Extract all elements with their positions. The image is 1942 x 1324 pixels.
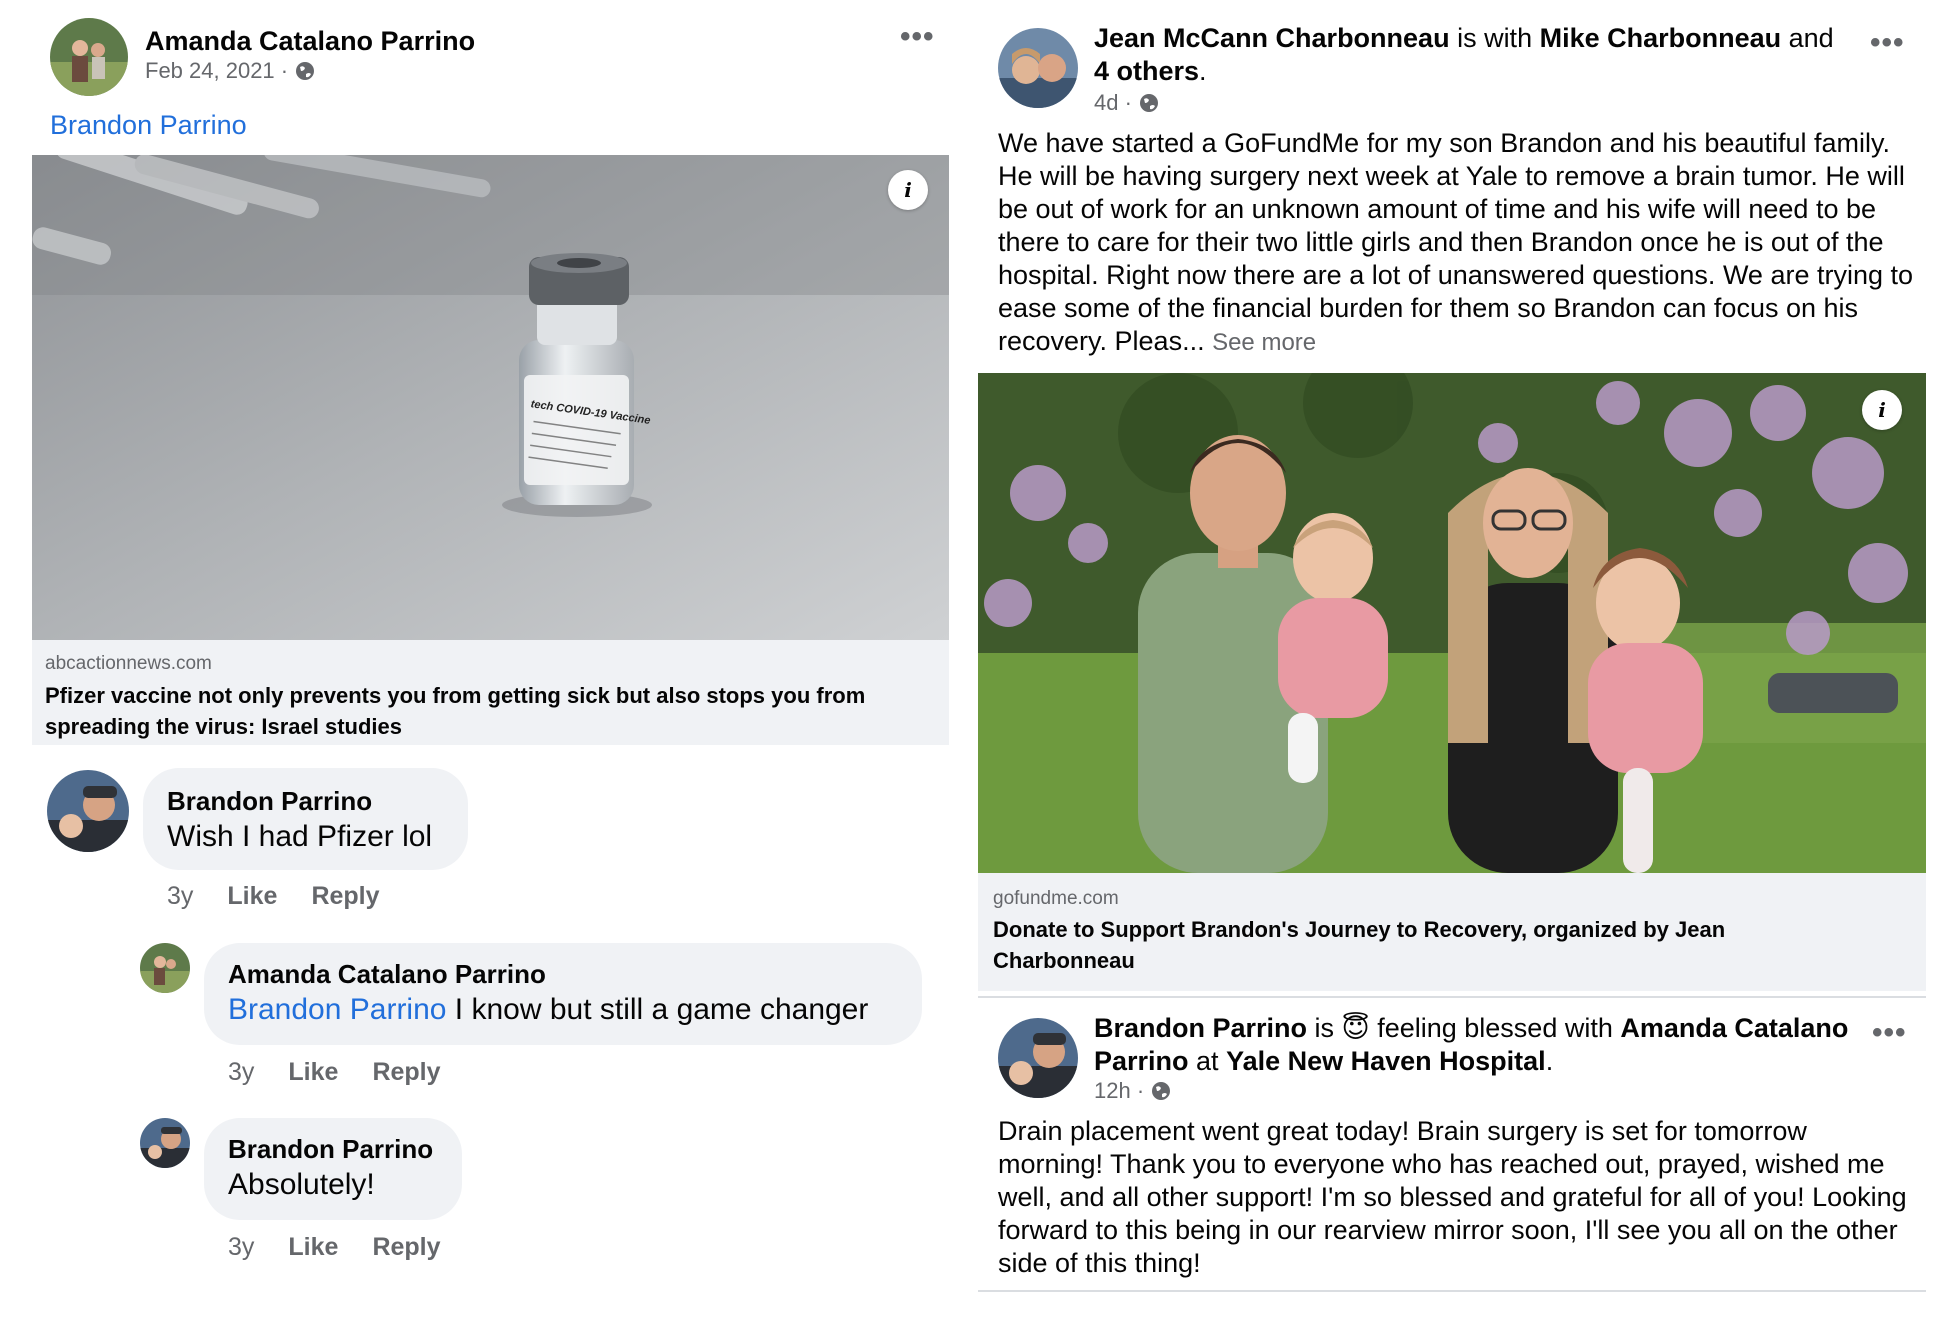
post-divider xyxy=(978,1290,1926,1292)
comment-time[interactable]: 3y xyxy=(167,882,193,911)
comment-text: Brandon Parrino I know but still a game … xyxy=(228,993,868,1027)
commenter-name[interactable]: Amanda Catalano Parrino xyxy=(228,959,546,990)
and-text: and xyxy=(1781,23,1834,53)
reply-button[interactable]: Reply xyxy=(372,1233,440,1262)
others-link[interactable]: 4 others xyxy=(1094,56,1199,86)
like-button[interactable]: Like xyxy=(288,1058,338,1087)
like-button[interactable]: Like xyxy=(227,882,277,911)
header-period: . xyxy=(1199,56,1207,86)
see-more-link[interactable]: See more xyxy=(1212,329,1316,356)
post-header-text: Brandon Parrino is 😇 feeling blessed wit… xyxy=(1094,1012,1854,1078)
comment-bubble: Brandon Parrino Wish I had Pfizer lol xyxy=(143,768,468,870)
comment-actions: 3y Like Reply xyxy=(228,1058,441,1087)
more-options-icon[interactable]: ••• xyxy=(1872,1018,1907,1048)
comment-time[interactable]: 3y xyxy=(228,1233,254,1262)
post-date[interactable]: Feb 24, 2021 · xyxy=(145,58,288,84)
comment-body: Wish I had Pfizer lol xyxy=(167,820,433,853)
place-link[interactable]: Yale New Haven Hospital xyxy=(1226,1046,1546,1076)
post-header-text: Jean McCann Charbonneau is with Mike Cha… xyxy=(1094,22,1864,55)
post-time[interactable]: 12h · xyxy=(1094,1078,1144,1104)
reply-button[interactable]: Reply xyxy=(372,1058,440,1087)
feeling-text: feeling blessed with xyxy=(1369,1013,1621,1043)
comment-time[interactable]: 3y xyxy=(228,1058,254,1087)
post-body-text: Drain placement went great today! Brain … xyxy=(998,1116,1907,1278)
link-card[interactable]: gofundme.com Donate to Support Brandon's… xyxy=(978,873,1926,991)
comment-body: Absolutely! xyxy=(228,1168,375,1201)
link-title: Pfizer vaccine not only prevents you fro… xyxy=(45,683,866,739)
commenter-name[interactable]: Brandon Parrino xyxy=(228,1134,433,1165)
comment-mention[interactable]: Brandon Parrino xyxy=(228,993,446,1026)
post-body-text: We have started a GoFundMe for my son Br… xyxy=(998,128,1914,356)
link-preview-image[interactable] xyxy=(978,373,1926,873)
at-text: at xyxy=(1188,1046,1227,1076)
post-meta: 4d · xyxy=(1094,90,1160,116)
post-body: We have started a GoFundMe for my son Br… xyxy=(998,127,1918,359)
comment-text: Absolutely! xyxy=(228,1168,375,1202)
author-avatar[interactable] xyxy=(50,18,128,96)
tagged-person-link[interactable]: Mike Charbonneau xyxy=(1540,23,1782,53)
globe-icon xyxy=(1139,94,1158,112)
commenter-avatar[interactable] xyxy=(47,770,129,852)
info-icon[interactable]: i xyxy=(888,170,928,210)
is-with-text: is with xyxy=(1449,23,1540,53)
is-text: is xyxy=(1307,1013,1342,1043)
commenter-avatar[interactable] xyxy=(140,943,190,993)
comment-text: Wish I had Pfizer lol xyxy=(167,820,432,854)
post-time[interactable]: 4d · xyxy=(1094,90,1132,116)
post-divider xyxy=(978,996,1926,998)
commenter-avatar[interactable] xyxy=(140,1118,190,1168)
post-author-name[interactable]: Amanda Catalano Parrino xyxy=(145,26,475,57)
comment-bubble: Amanda Catalano Parrino Brandon Parrino … xyxy=(204,943,922,1045)
comment-body: I know but still a game changer xyxy=(446,993,869,1026)
tagged-person-link[interactable]: Brandon Parrino xyxy=(50,110,247,141)
link-card[interactable]: abcactionnews.com Pfizer vaccine not onl… xyxy=(32,640,949,745)
like-button[interactable]: Like xyxy=(288,1233,338,1262)
comment-bubble: Brandon Parrino Absolutely! xyxy=(204,1118,462,1220)
link-domain: gofundme.com xyxy=(993,888,1119,909)
feeling-emoji-icon: 😇 xyxy=(1341,1013,1370,1043)
globe-icon xyxy=(1152,1082,1171,1100)
link-domain: abcactionnews.com xyxy=(45,653,212,674)
more-options-icon[interactable]: ••• xyxy=(1870,28,1905,58)
post-meta: 12h · xyxy=(1094,1078,1172,1104)
reply-button[interactable]: Reply xyxy=(311,882,379,911)
link-preview-image[interactable]: tech COVID-19 Vaccine xyxy=(32,155,949,640)
author-avatar[interactable] xyxy=(998,28,1078,108)
post-author-name[interactable]: Brandon Parrino xyxy=(1094,1013,1307,1043)
post-author-name[interactable]: Jean McCann Charbonneau xyxy=(1094,23,1450,53)
commenter-name[interactable]: Brandon Parrino xyxy=(167,786,372,817)
comment-actions: 3y Like Reply xyxy=(228,1233,441,1262)
more-options-icon[interactable]: ••• xyxy=(900,22,935,52)
comment-actions: 3y Like Reply xyxy=(167,882,380,911)
author-avatar[interactable] xyxy=(998,1018,1078,1098)
post-meta: Feb 24, 2021 · xyxy=(145,58,316,84)
header-period: . xyxy=(1545,1046,1554,1076)
post-header-text-line2: 4 others. xyxy=(1094,55,1207,88)
info-icon[interactable]: i xyxy=(1862,390,1902,430)
link-title: Donate to Support Brandon's Journey to R… xyxy=(993,917,1726,973)
globe-icon xyxy=(296,62,315,80)
